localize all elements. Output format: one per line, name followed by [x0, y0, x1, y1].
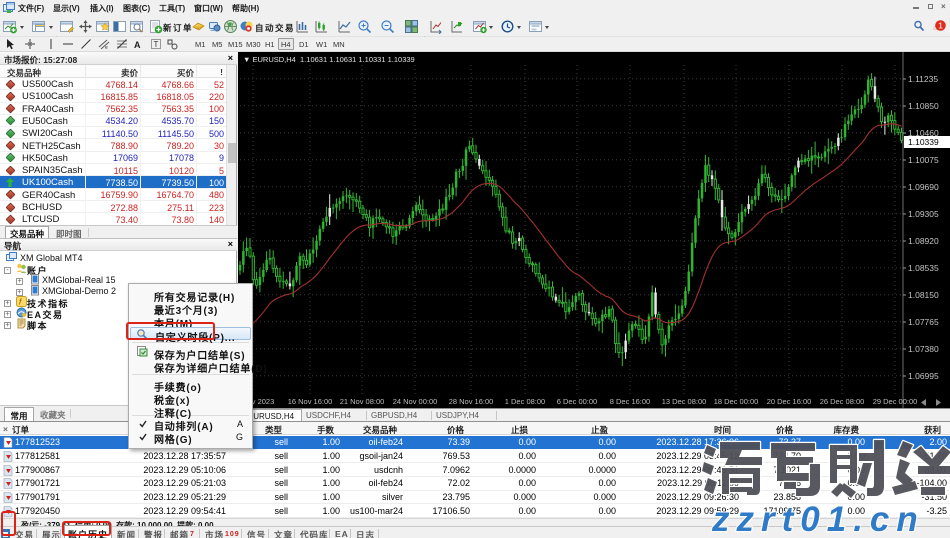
svg-text:1.10850: 1.10850	[908, 101, 939, 111]
svg-text:1: 1	[938, 21, 943, 30]
svg-text:1.10339: 1.10339	[908, 137, 939, 147]
svg-text:1.09690: 1.09690	[908, 182, 939, 192]
svg-text:e: e	[105, 45, 108, 50]
svg-text:1.08150: 1.08150	[908, 290, 939, 300]
svg-text:16 Nov 16:00: 16 Nov 16:00	[288, 397, 333, 406]
svg-text:21 Nov 08:00: 21 Nov 08:00	[340, 397, 385, 406]
svg-text:1.07765: 1.07765	[908, 317, 939, 327]
svg-text:1 Dec 08:00: 1 Dec 08:00	[505, 397, 545, 406]
svg-text:18 Dec 00:00: 18 Dec 00:00	[714, 397, 759, 406]
svg-text:28 Nov 16:00: 28 Nov 16:00	[449, 397, 494, 406]
svg-text:24 Nov 00:00: 24 Nov 00:00	[393, 397, 438, 406]
svg-text:1.10075: 1.10075	[908, 155, 939, 165]
svg-text:1.06995: 1.06995	[908, 371, 939, 381]
svg-text:1.08920: 1.08920	[908, 236, 939, 246]
svg-text:1.09305: 1.09305	[908, 209, 939, 219]
svg-text:1.08535: 1.08535	[908, 263, 939, 273]
svg-text:1.11235: 1.11235	[908, 74, 938, 84]
svg-text:13 Dec 08:00: 13 Dec 08:00	[662, 397, 707, 406]
svg-text:6 Dec 00:00: 6 Dec 00:00	[557, 397, 597, 406]
svg-text:T: T	[154, 40, 159, 49]
svg-text:20 Dec 16:00: 20 Dec 16:00	[767, 397, 812, 406]
svg-text:1.07380: 1.07380	[908, 344, 939, 354]
svg-text:26 Dec 08:00: 26 Dec 08:00	[820, 397, 865, 406]
svg-text:29 Dec 00:00: 29 Dec 00:00	[873, 397, 918, 406]
svg-text:8 Dec 16:00: 8 Dec 16:00	[610, 397, 650, 406]
